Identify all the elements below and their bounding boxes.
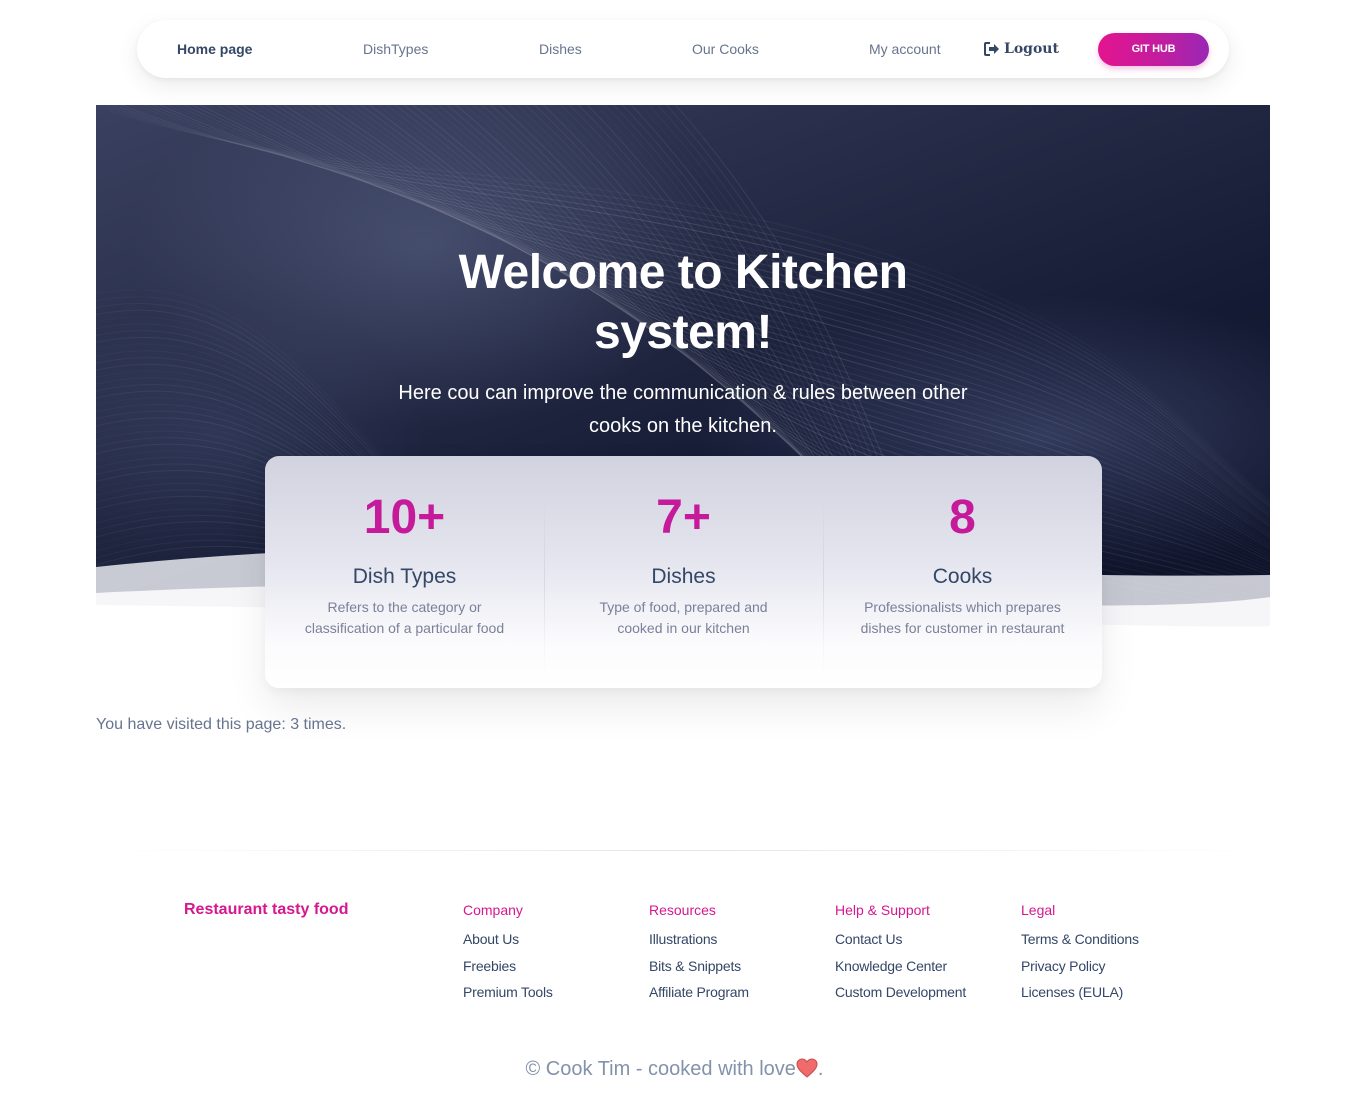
stat-dishes: 7+ Dishes Type of food, prepared and coo… [544, 456, 823, 688]
hero-subtitle: Here cou can improve the communication &… [373, 377, 993, 443]
copyright-text: © Cook Tim - cooked with love. [0, 1055, 1349, 1083]
logout-link[interactable]: Logout [984, 20, 1059, 78]
stat-description-line1: Refers to the category or [327, 599, 482, 615]
footer-column-title: Help & Support [835, 902, 930, 918]
copyright-prefix: © Cook Tim - cooked with love [525, 1058, 796, 1080]
stat-description: Type of food, prepared and cooked in our… [570, 597, 797, 639]
nav-cooks-link[interactable]: Our Cooks [692, 20, 759, 78]
footer-link-knowledge-center[interactable]: Knowledge Center [835, 957, 966, 975]
footer-column-resources: Resources Illustrations Bits & Snippets … [649, 901, 749, 1010]
footer-column-company: Company About Us Freebies Premium Tools [463, 901, 553, 1010]
stat-description: Professionalists which prepares dishes f… [849, 597, 1076, 639]
footer-link-illustrations[interactable]: Illustrations [649, 930, 749, 948]
hero-title-line1: Welcome to Kitchen [458, 246, 908, 299]
footer-column-help-support: Help & Support Contact Us Knowledge Cent… [835, 901, 966, 1010]
footer-link-contact-us[interactable]: Contact Us [835, 930, 966, 948]
footer-link-freebies[interactable]: Freebies [463, 957, 553, 975]
footer-link-licenses[interactable]: Licenses (EULA) [1021, 983, 1139, 1001]
visit-counter-text: You have visited this page: 3 times. [96, 716, 347, 733]
stat-description-line1: Professionalists which prepares [864, 599, 1061, 615]
footer-link-affiliate-program[interactable]: Affiliate Program [649, 983, 749, 1001]
stat-label: Dish Types [352, 565, 457, 588]
stat-value: 10+ [363, 491, 446, 544]
footer-link-about-us[interactable]: About Us [463, 930, 553, 948]
footer-brand: Restaurant tasty food [184, 901, 349, 918]
github-button[interactable]: GIT HUB [1098, 33, 1209, 66]
stat-label: Dishes [651, 565, 716, 588]
stat-label: Cooks [932, 565, 993, 588]
stat-value: 7+ [656, 491, 711, 544]
stat-description-line2: classification of a particular food [304, 620, 505, 636]
sign-out-icon [984, 42, 999, 56]
hero-subtitle-line2: cooks on the kitchen. [589, 415, 777, 437]
stat-description: Refers to the category or classification… [291, 597, 518, 639]
footer-column-title: Resources [649, 902, 716, 918]
footer-link-custom-development[interactable]: Custom Development [835, 983, 966, 1001]
heart-icon [796, 1058, 818, 1078]
stat-value: 8 [949, 491, 976, 544]
nav-dishtypes-link[interactable]: DishTypes [363, 20, 428, 78]
footer-link-premium-tools[interactable]: Premium Tools [463, 983, 553, 1001]
hero-subtitle-line1: Here cou can improve the communication &… [398, 382, 968, 404]
footer-link-bits-snippets[interactable]: Bits & Snippets [649, 957, 749, 975]
stat-description-line2: dishes for customer in restaurant [860, 620, 1065, 636]
copyright-suffix: . [817, 1058, 824, 1080]
nav-dishes-link[interactable]: Dishes [539, 20, 582, 78]
stat-cooks: 8 Cooks Professionalists which prepares … [823, 456, 1102, 688]
footer-column-legal: Legal Terms & Conditions Privacy Policy … [1021, 901, 1139, 1010]
footer-link-terms-conditions[interactable]: Terms & Conditions [1021, 930, 1139, 948]
stat-description-line2: cooked in our kitchen [617, 620, 750, 636]
hero-title: Welcome to Kitchen system! [96, 243, 1270, 363]
hero-title-line2: system! [594, 306, 772, 359]
footer-column-title: Company [463, 902, 523, 918]
nav-home-link[interactable]: Home page [177, 20, 252, 78]
top-navbar: Home page DishTypes Dishes Our Cooks My … [137, 20, 1229, 78]
nav-my-account-link[interactable]: My account [869, 20, 941, 78]
footer-link-privacy-policy[interactable]: Privacy Policy [1021, 957, 1139, 975]
stat-dish-types: 10+ Dish Types Refers to the category or… [265, 456, 544, 688]
logout-label: Logout [1004, 41, 1059, 57]
stat-description-line1: Type of food, prepared and [599, 599, 768, 615]
stats-card: 10+ Dish Types Refers to the category or… [265, 456, 1102, 688]
footer-column-title: Legal [1021, 902, 1056, 918]
footer-divider [96, 850, 1270, 851]
